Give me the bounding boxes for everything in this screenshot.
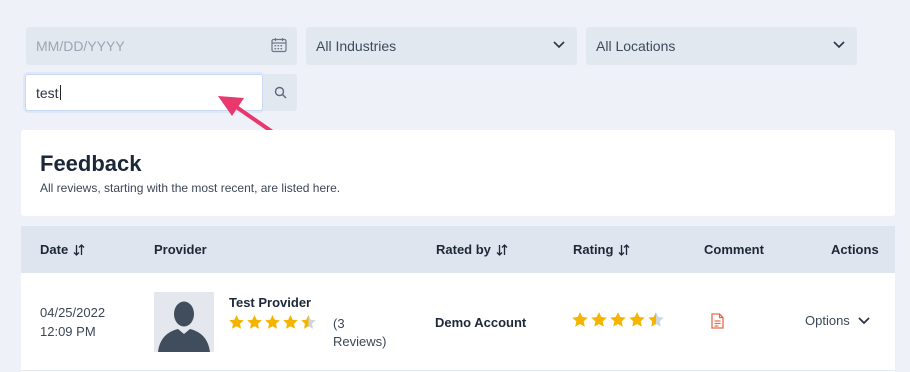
- chevron-down-icon: [858, 316, 870, 324]
- feedback-header-card: Feedback All reviews, starting with the …: [21, 130, 895, 216]
- star-icon: [610, 312, 626, 327]
- column-header-label: Rating: [573, 242, 614, 257]
- star-icon: [229, 315, 244, 329]
- page-subtitle: All reviews, starting with the most rece…: [40, 181, 341, 195]
- chevron-down-icon: [553, 41, 565, 49]
- star-icon: [247, 315, 262, 329]
- search-icon: [274, 86, 286, 99]
- star-icon: [591, 312, 607, 327]
- review-count-line: Reviews): [333, 334, 387, 349]
- industry-select-value: All Industries: [316, 38, 397, 54]
- column-header-rating[interactable]: Rating: [573, 242, 630, 257]
- review-count-line: (3: [333, 316, 345, 331]
- column-header-label: Provider: [154, 242, 207, 257]
- review-date-day: 04/25/2022: [40, 305, 106, 320]
- star-icon: [265, 315, 280, 329]
- search-input-value: test: [36, 84, 59, 101]
- column-header-date[interactable]: Date: [40, 242, 85, 257]
- options-label: Options: [805, 313, 850, 328]
- provider-review-count: (3 Reviews): [333, 315, 386, 351]
- sort-icon[interactable]: [73, 243, 85, 257]
- column-header-actions: Actions: [831, 242, 879, 257]
- industry-select[interactable]: All Industries: [306, 27, 577, 65]
- search-input[interactable]: test: [25, 74, 263, 111]
- provider-star-rating: [228, 314, 317, 331]
- calendar-icon[interactable]: [271, 37, 287, 53]
- star-icon: [283, 315, 298, 329]
- feedback-table: Date Provider Rated by Rating Comment Ac…: [21, 226, 895, 372]
- star-icon: [572, 312, 588, 327]
- location-select[interactable]: All Locations: [586, 27, 857, 65]
- column-header-label: Actions: [831, 242, 879, 257]
- star-icon: [648, 312, 664, 327]
- table-header: Date Provider Rated by Rating Comment Ac…: [21, 226, 895, 273]
- column-header-label: Rated by: [436, 242, 491, 257]
- sort-icon[interactable]: [496, 243, 508, 257]
- row-divider: [21, 370, 895, 371]
- star-icon: [629, 312, 645, 327]
- text-caret: [59, 85, 61, 100]
- column-header-rated-by[interactable]: Rated by: [436, 242, 508, 257]
- review-star-rating: [571, 311, 665, 329]
- page-title: Feedback: [40, 151, 142, 176]
- document-icon[interactable]: [711, 313, 724, 329]
- person-silhouette-icon: [158, 301, 210, 352]
- review-date-time: 12:09 PM: [40, 324, 96, 339]
- star-icon: [301, 315, 316, 329]
- column-header-label: Date: [40, 242, 69, 257]
- rated-by-name: Demo Account: [435, 315, 527, 330]
- column-header-label: Comment: [704, 242, 764, 257]
- provider-name[interactable]: Test Provider: [229, 295, 311, 310]
- date-placeholder: MM/DD/YYYY: [36, 38, 125, 54]
- chevron-down-icon: [833, 41, 845, 49]
- avatar: [154, 292, 214, 352]
- search-button[interactable]: [263, 74, 297, 111]
- column-header-comment: Comment: [704, 242, 764, 257]
- review-date: 04/25/2022 12:09 PM: [40, 303, 105, 341]
- location-select-value: All Locations: [596, 38, 676, 54]
- column-header-provider: Provider: [154, 242, 207, 257]
- options-dropdown[interactable]: Options: [805, 313, 870, 328]
- date-field[interactable]: MM/DD/YYYY: [26, 27, 297, 65]
- table-row: 04/25/2022 12:09 PM Test Provider (3 Rev…: [21, 273, 895, 372]
- sort-icon[interactable]: [618, 243, 630, 257]
